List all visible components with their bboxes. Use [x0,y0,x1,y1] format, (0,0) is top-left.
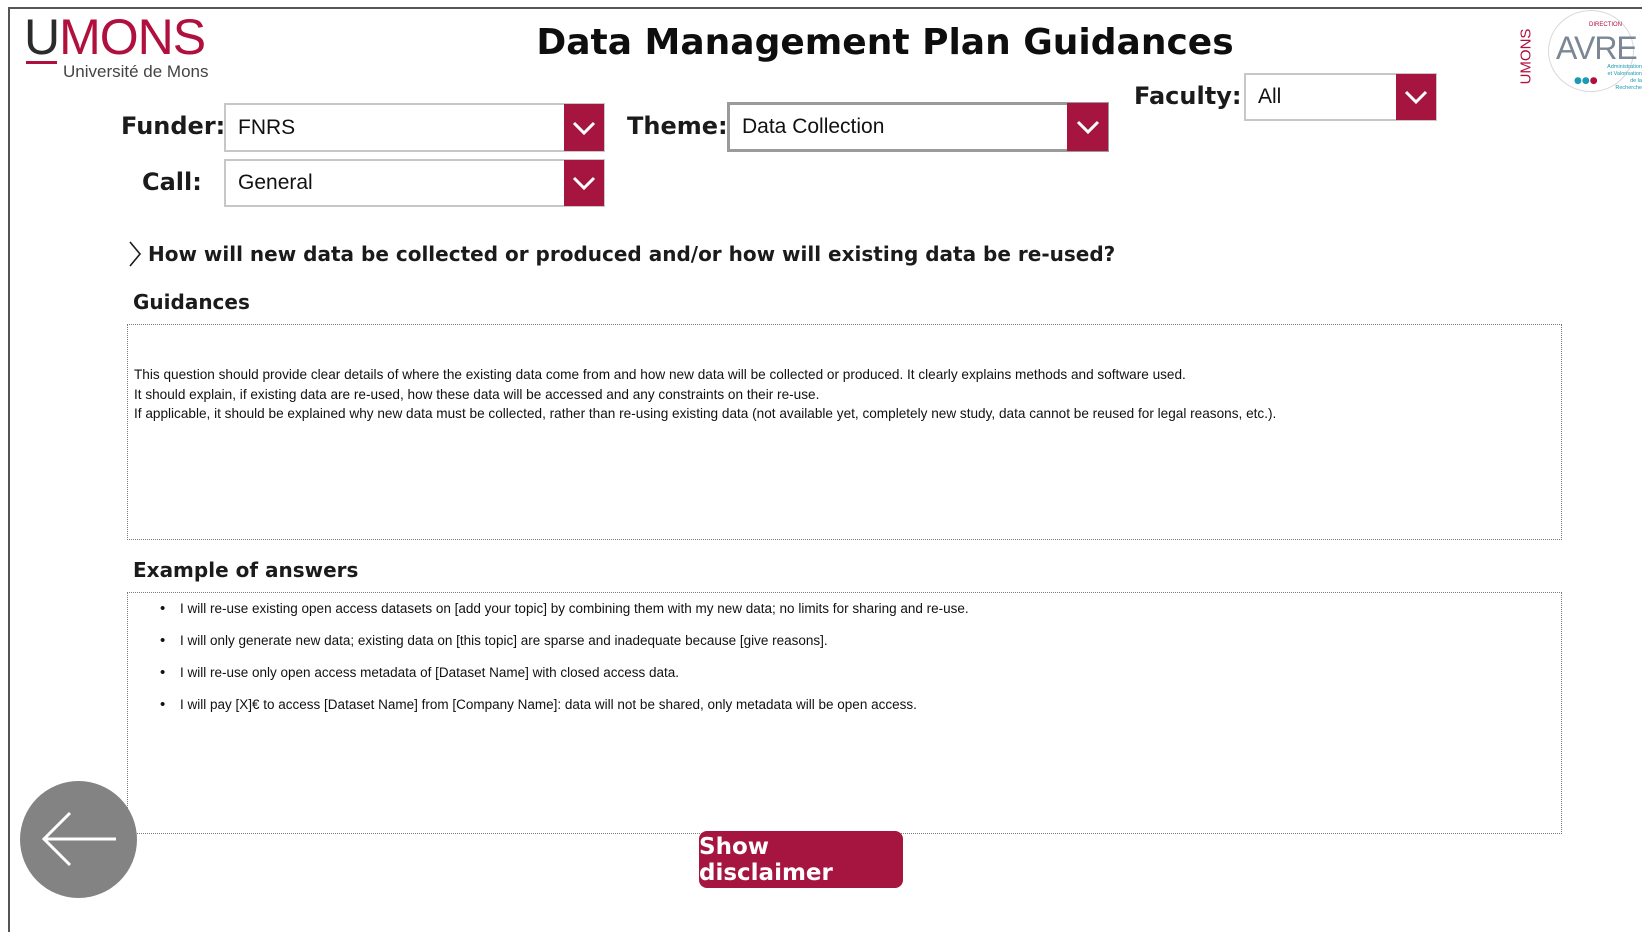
avre-logo-direction: DIRECTION [1589,22,1622,28]
list-item: I will re-use existing open access datas… [160,598,969,630]
faculty-dropdown-value: All [1258,85,1282,108]
examples-list: I will re-use existing open access datas… [160,598,969,726]
back-button[interactable] [20,781,137,898]
funder-label: Funder: [121,112,226,140]
avre-logo: UMONS DIRECTION AVRE Administration et V… [1516,10,1642,92]
question-row[interactable]: How will new data be collected or produc… [128,240,1115,268]
show-disclaimer-button[interactable]: Show disclaimer [699,831,903,888]
frame-border-top [8,7,1642,9]
arrow-left-icon [41,811,116,867]
chevron-down-icon [572,121,596,135]
chevron-down-icon [1404,90,1428,104]
page-title: Data Management Plan Guidances [536,22,1234,63]
guidance-line: This question should provide clear detai… [134,367,1186,382]
avre-tagline-line: de la Recherche [1615,78,1642,91]
question-text: How will new data be collected or produc… [148,242,1116,266]
call-label: Call: [142,168,202,196]
theme-dropdown-button[interactable] [1067,103,1108,151]
guidances-heading: Guidances [133,290,250,314]
theme-label: Theme: [627,112,728,140]
funder-dropdown-button[interactable] [564,104,604,151]
call-dropdown[interactable]: General [224,159,605,207]
funder-dropdown[interactable]: FNRS [224,103,605,152]
chevron-right-icon[interactable] [128,240,142,268]
chevron-down-icon [572,176,596,190]
funder-dropdown-value: FNRS [238,115,296,139]
guidances-textbox[interactable]: This question should provide clear detai… [127,324,1562,540]
call-dropdown-button[interactable] [564,160,604,206]
theme-dropdown-value: Data Collection [742,115,885,138]
theme-dropdown[interactable]: Data Collection [727,102,1109,152]
avre-logo-dots: ●●● [1574,76,1598,86]
faculty-label: Faculty: [1134,82,1242,110]
guidances-text: This question should provide clear detai… [134,365,1551,424]
avre-logo-tagline: Administration et Valorisation de la Rec… [1602,64,1642,92]
frame-border-left [8,7,10,932]
avre-logo-umons-vertical: UMONS [1517,28,1535,85]
guidance-line: If applicable, it should be explained wh… [134,406,1277,421]
guidance-line: It should explain, if existing data are … [134,386,820,402]
examples-textbox[interactable]: I will re-use existing open access datas… [127,592,1562,834]
umons-logo-subtitle: Université de Mons [63,62,209,81]
call-dropdown-value: General [238,171,313,194]
avre-tagline-line: Administration [1607,64,1642,70]
list-item: I will pay [X]€ to access [Dataset Name]… [160,694,969,726]
list-item: I will only generate new data; existing … [160,630,969,662]
avre-logo-word: AVRE [1556,30,1638,66]
faculty-dropdown-button[interactable] [1396,74,1436,120]
faculty-dropdown[interactable]: All [1244,73,1437,121]
avre-tagline-line: et Valorisation [1607,71,1642,77]
examples-heading: Example of answers [133,558,359,582]
chevron-down-icon [1076,120,1099,134]
list-item: I will re-use only open access metadata … [160,662,969,694]
